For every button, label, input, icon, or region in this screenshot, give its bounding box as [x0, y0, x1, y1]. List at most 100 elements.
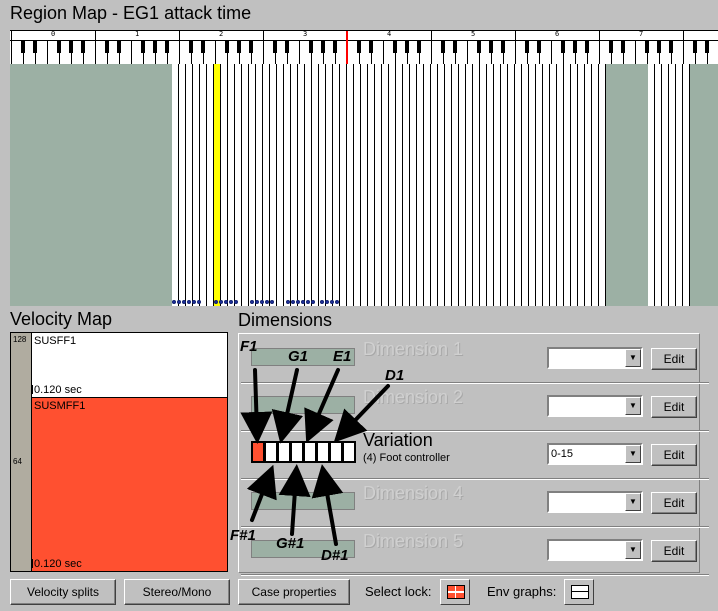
- black-key[interactable]: [57, 41, 61, 53]
- dimension-1-splits[interactable]: [251, 348, 355, 366]
- white-key[interactable]: [95, 41, 96, 65]
- select-lock-toggle[interactable]: [440, 579, 470, 605]
- region-handle-dot[interactable]: [260, 300, 264, 304]
- region-stripe[interactable]: [683, 64, 690, 306]
- white-key[interactable]: [683, 41, 684, 65]
- dimension-5-edit-button[interactable]: Edit: [651, 540, 697, 562]
- piano-keyboard[interactable]: 0 1 2 3 4 5 6 7: [10, 30, 718, 66]
- region-stripe[interactable]: [578, 64, 585, 306]
- black-key[interactable]: [609, 41, 613, 53]
- region-stripe[interactable]: [235, 64, 242, 306]
- region-stripe[interactable]: [172, 64, 179, 306]
- region-stripe[interactable]: [410, 64, 417, 306]
- region-stripe[interactable]: [522, 64, 529, 306]
- region-handle-dot[interactable]: [250, 300, 254, 304]
- region-stripe[interactable]: [186, 64, 193, 306]
- region-handle-dot[interactable]: [306, 300, 310, 304]
- black-key[interactable]: [537, 41, 541, 53]
- region-handle-dot[interactable]: [335, 300, 339, 304]
- variation-key[interactable]: [290, 441, 304, 463]
- black-key[interactable]: [117, 41, 121, 53]
- white-key[interactable]: [47, 41, 48, 65]
- black-key[interactable]: [105, 41, 109, 53]
- black-key[interactable]: [393, 41, 397, 53]
- region-stripe[interactable]: [382, 64, 389, 306]
- region-stripe[interactable]: [270, 64, 277, 306]
- black-key[interactable]: [153, 41, 157, 53]
- dimension-2-splits[interactable]: [251, 396, 355, 414]
- region-stripe[interactable]: [473, 64, 480, 306]
- region-stripe[interactable]: [417, 64, 424, 306]
- region-stripe[interactable]: [648, 64, 655, 306]
- region-handle-dot[interactable]: [311, 300, 315, 304]
- region-stripe[interactable]: [368, 64, 375, 306]
- white-key[interactable]: [215, 41, 216, 65]
- white-key[interactable]: [383, 41, 384, 65]
- variation-key[interactable]: [264, 441, 278, 463]
- region-stripe[interactable]: [340, 64, 347, 306]
- region-handle-dot[interactable]: [214, 300, 218, 304]
- region-handle-dot[interactable]: [330, 300, 334, 304]
- region-handle-dot[interactable]: [192, 300, 196, 304]
- velocity-map[interactable]: 128 64 SUSFF1 0.120 sec SUSMFF1 0.120 se…: [10, 332, 228, 572]
- variation-key[interactable]: [277, 441, 291, 463]
- dropdown-arrow-icon[interactable]: ▼: [625, 493, 641, 511]
- dropdown-arrow-icon[interactable]: ▼: [625, 349, 641, 367]
- black-key[interactable]: [273, 41, 277, 53]
- black-key[interactable]: [285, 41, 289, 53]
- region-handle-dot[interactable]: [286, 300, 290, 304]
- white-key[interactable]: [11, 41, 12, 65]
- region-stripe[interactable]: [676, 64, 683, 306]
- region-handle-dot[interactable]: [291, 300, 295, 304]
- region-stripe[interactable]: [354, 64, 361, 306]
- black-key[interactable]: [501, 41, 505, 53]
- region-stripe[interactable]: [389, 64, 396, 306]
- env-graphs-toggle[interactable]: [564, 579, 594, 605]
- black-key[interactable]: [573, 41, 577, 53]
- region-stripe[interactable]: [543, 64, 550, 306]
- variation-key[interactable]: [342, 441, 356, 463]
- region-stripe[interactable]: [655, 64, 662, 306]
- black-key[interactable]: [201, 41, 205, 53]
- region-stripe[interactable]: [669, 64, 676, 306]
- region-stripe[interactable]: [424, 64, 431, 306]
- region-handle-dot[interactable]: [219, 300, 223, 304]
- dropdown-arrow-icon[interactable]: ▼: [625, 541, 641, 559]
- region-stripe[interactable]: [361, 64, 368, 306]
- black-key[interactable]: [33, 41, 37, 53]
- black-key[interactable]: [621, 41, 625, 53]
- variation-key[interactable]: [303, 441, 317, 463]
- region-stripe[interactable]: [466, 64, 473, 306]
- black-key[interactable]: [561, 41, 565, 53]
- black-key[interactable]: [189, 41, 193, 53]
- white-key[interactable]: [599, 41, 600, 65]
- variation-select[interactable]: 0-15 ▼: [547, 443, 643, 465]
- black-key[interactable]: [441, 41, 445, 53]
- black-key[interactable]: [333, 41, 337, 53]
- region-handle-dot[interactable]: [187, 300, 191, 304]
- region-stripe[interactable]: [445, 64, 452, 306]
- region-stripe[interactable]: [200, 64, 207, 306]
- region-handle-dot[interactable]: [234, 300, 238, 304]
- region-stripe[interactable]: [207, 64, 214, 306]
- region-stripe[interactable]: [291, 64, 298, 306]
- region-stripe[interactable]: [564, 64, 571, 306]
- region-stripe[interactable]: [536, 64, 543, 306]
- region-stripe[interactable]: [592, 64, 599, 306]
- variation-key[interactable]: [329, 441, 343, 463]
- dimension-5-splits[interactable]: [251, 540, 355, 558]
- white-key[interactable]: [551, 41, 552, 65]
- black-key[interactable]: [585, 41, 589, 53]
- region-handle-dot[interactable]: [265, 300, 269, 304]
- dimension-4-edit-button[interactable]: Edit: [651, 492, 697, 514]
- black-key[interactable]: [309, 41, 313, 53]
- region-stripe[interactable]: [249, 64, 256, 306]
- black-key[interactable]: [369, 41, 373, 53]
- white-key[interactable]: [467, 41, 468, 65]
- region-handle-dot[interactable]: [320, 300, 324, 304]
- dropdown-arrow-icon[interactable]: ▼: [625, 397, 641, 415]
- region-stripe[interactable]: [221, 64, 228, 306]
- region-stripe[interactable]: [550, 64, 557, 306]
- variation-key[interactable]: [251, 441, 265, 463]
- region-stripe[interactable]: [571, 64, 578, 306]
